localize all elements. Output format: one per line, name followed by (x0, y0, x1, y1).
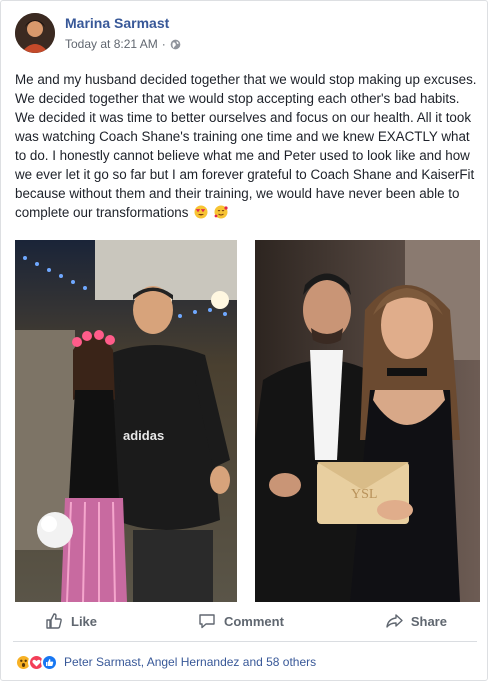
like-button[interactable]: Like (45, 612, 97, 630)
share-button[interactable]: Share (385, 612, 447, 630)
before-photo[interactable]: adidas (15, 240, 237, 602)
heart-eyes-emoji (194, 205, 208, 219)
reaction-names[interactable]: Peter Sarmast, Angel Hernandez and 58 ot… (64, 655, 316, 669)
author-name[interactable]: Marina Sarmast (65, 15, 169, 31)
share-label: Share (410, 613, 447, 629)
meta-separator: · (161, 37, 166, 51)
post-card: Marina Sarmast Today at 8:21 AM · Me and… (0, 0, 488, 681)
after-photo[interactable]: YSL (255, 240, 480, 602)
svg-text:YSL: YSL (351, 487, 377, 502)
post-body: Me and my husband decided together that … (15, 70, 477, 222)
comment-label: Comment (223, 613, 284, 629)
post-timestamp[interactable]: Today at 8:21 AM (65, 37, 158, 51)
comment-button[interactable]: Comment (198, 612, 284, 630)
share-icon (386, 614, 403, 628)
post-body-text: Me and my husband decided together that … (15, 72, 477, 220)
like-label: Like (71, 613, 98, 629)
photo-grid: adidas YSL (15, 240, 480, 602)
post-actions: Like Comment Share (15, 605, 477, 637)
actions-divider (13, 641, 477, 642)
like-reaction-icon (41, 653, 58, 671)
post-meta: Today at 8:21 AM · (65, 37, 181, 51)
post-header: Marina Sarmast Today at 8:21 AM · (15, 13, 475, 53)
globe-icon[interactable] (170, 39, 181, 50)
thumbs-up-icon (46, 613, 62, 629)
shirt-logo-text: adidas (123, 428, 164, 443)
author-avatar[interactable] (15, 13, 55, 53)
comment-icon (199, 614, 215, 629)
reactions-summary[interactable]: Peter Sarmast, Angel Hernandez and 58 ot… (15, 651, 316, 673)
smiling-face-with-hearts-emoji (214, 205, 228, 219)
